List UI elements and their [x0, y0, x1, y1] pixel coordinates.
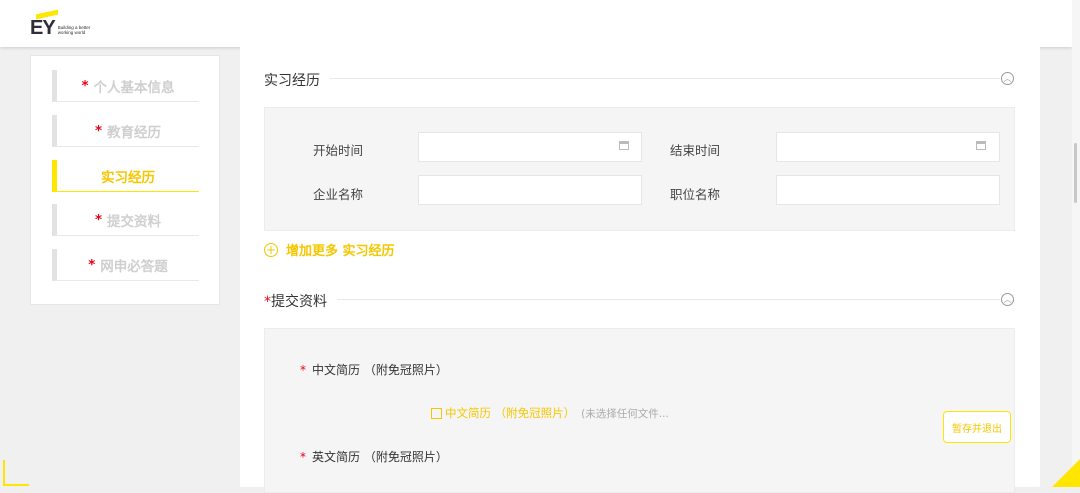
position-name-label: 职位名称 — [670, 187, 721, 202]
required-mark: * — [300, 363, 306, 377]
cn-resume-file-picker[interactable]: 中文简历 （附免冠照片） (未选择任何文件... — [431, 405, 669, 421]
chevron-up-icon[interactable]: ︿ — [1001, 72, 1014, 85]
sidebar-item-label: 提交资料 — [107, 213, 162, 230]
en-resume-label: * 英文简历 （附免冠照片） — [300, 448, 448, 465]
no-file-text: (未选择任何文件... — [581, 407, 669, 420]
end-date-input[interactable] — [776, 132, 1000, 162]
sidebar-item-label: 个人基本信息 — [93, 79, 175, 96]
cn-resume-label: * 中文简历 （附免冠照片） — [300, 361, 448, 378]
save-and-exit-button[interactable]: 暂存并退出 — [943, 411, 1011, 443]
en-resume-label-text: 英文简历 （附免冠照片） — [312, 450, 448, 464]
sidebar-item-education[interactable]: * 教育经历 — [52, 115, 199, 147]
company-name-input[interactable] — [418, 175, 642, 205]
corner-decoration — [1052, 459, 1080, 487]
required-mark: * — [81, 77, 89, 94]
step-sidebar: * 个人基本信息 * 教育经历 实习经历 * 提交资料 * 网申必答题 — [30, 55, 220, 305]
sidebar-item-internship[interactable]: 实习经历 — [52, 160, 199, 192]
section-divider — [330, 299, 1000, 300]
top-header: EY Building a better working world — [0, 0, 1072, 47]
required-mark: * — [94, 211, 103, 228]
end-date-label: 结束时间 — [670, 143, 721, 158]
position-name-input[interactable] — [776, 175, 1000, 205]
chevron-up-icon[interactable]: ︿ — [1001, 293, 1014, 306]
add-more-internship-button[interactable]: + 增加更多 实习经历 — [264, 240, 395, 259]
sidebar-item-submit-materials[interactable]: * 提交资料 — [52, 204, 199, 236]
required-mark: * — [300, 450, 306, 464]
sidebar-item-label: 教育经历 — [107, 124, 162, 141]
cn-resume-label-text: 中文简历 （附免冠照片） — [312, 363, 448, 377]
sidebar-item-required-questions[interactable]: * 网申必答题 — [52, 249, 199, 281]
scrollbar-thumb[interactable] — [1074, 143, 1077, 203]
form-panel: 实习经历 ︿ 开始时间 结束时间 企业名称 职位名称 + 增加更多 实习经历 *… — [240, 47, 1040, 493]
corner-decoration — [3, 460, 29, 486]
logo-tagline: Building a better working world — [57, 25, 91, 35]
internship-form-box: 开始时间 结束时间 企业名称 职位名称 — [264, 107, 1015, 231]
start-date-label: 开始时间 — [313, 143, 364, 158]
logo-text: EY — [30, 17, 56, 39]
sidebar-item-label: 实习经历 — [101, 169, 155, 186]
required-mark: * — [94, 122, 103, 139]
sidebar-item-personal-info[interactable]: * 个人基本信息 — [52, 70, 199, 102]
image-icon — [431, 407, 442, 419]
calendar-icon[interactable] — [619, 141, 629, 150]
ey-logo[interactable]: EY Building a better working world — [30, 9, 91, 39]
submit-section-title: *提交资料 — [264, 291, 337, 311]
sidebar-item-label: 网申必答题 — [100, 258, 168, 275]
file-link-label: 中文简历 （附免冠照片） — [445, 406, 576, 420]
plus-circle-icon: + — [264, 242, 278, 257]
section-divider — [330, 78, 1000, 79]
internship-section-title: 实习经历 — [264, 70, 330, 90]
required-mark: * — [264, 294, 271, 310]
required-mark: * — [88, 256, 96, 273]
start-date-input[interactable] — [418, 132, 642, 162]
company-name-label: 企业名称 — [313, 187, 364, 202]
page-scrollbar[interactable] — [1072, 0, 1080, 487]
add-more-label: 增加更多 实习经历 — [286, 244, 395, 259]
logo-mark: EY — [30, 9, 58, 39]
calendar-icon[interactable] — [976, 141, 986, 150]
submit-title-text: 提交资料 — [271, 294, 327, 310]
